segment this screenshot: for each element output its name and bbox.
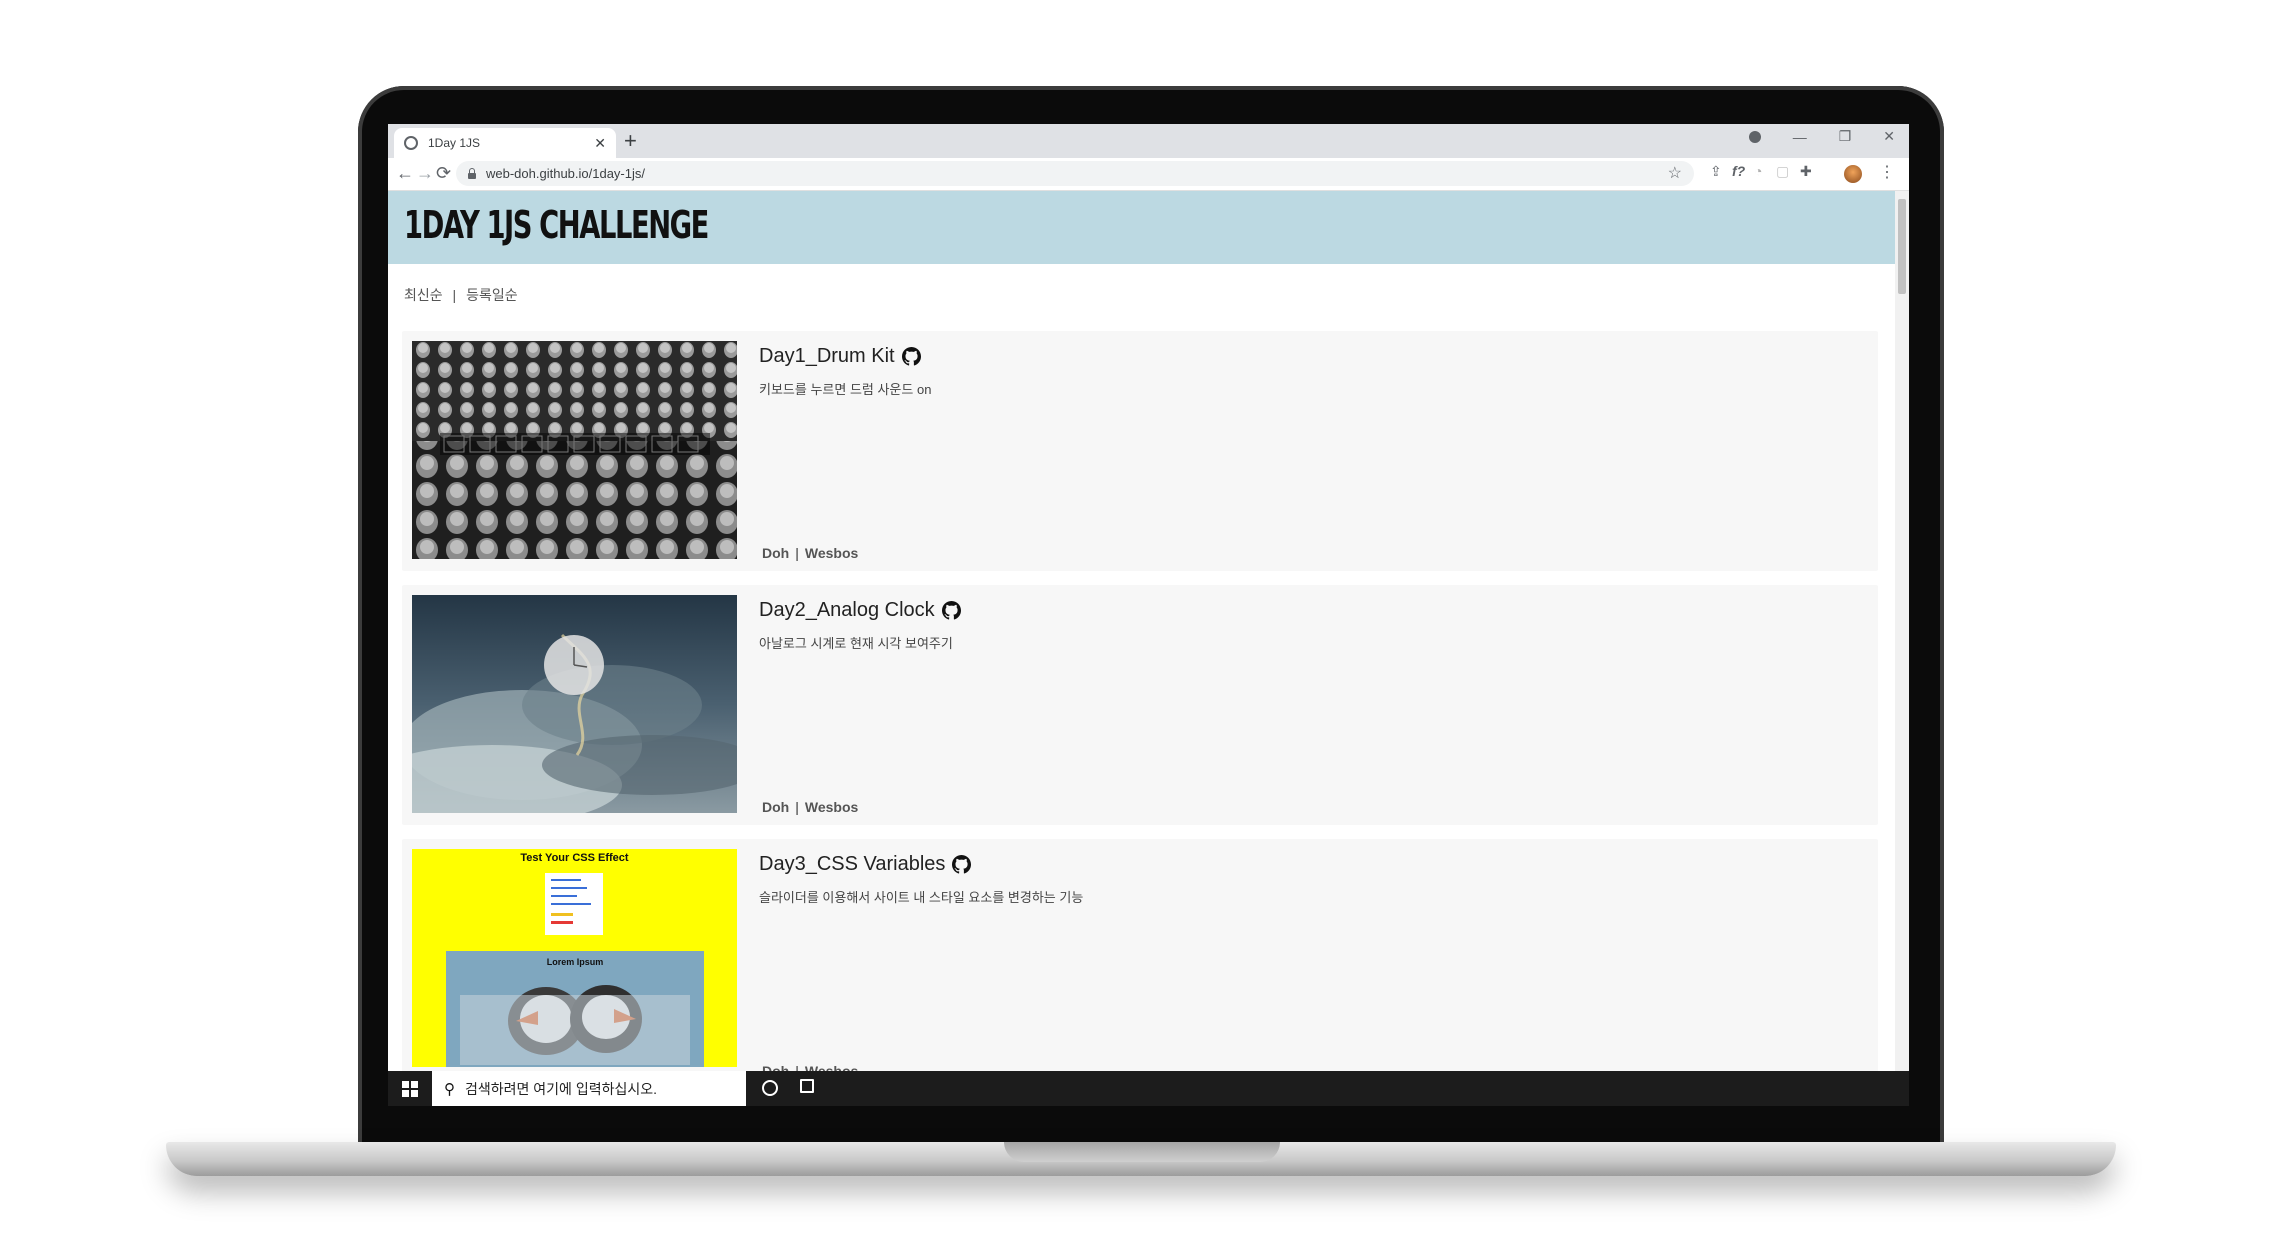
- card-meta: Doh | Wesbos: [762, 1063, 858, 1071]
- reload-button[interactable]: ⟳: [436, 162, 451, 184]
- recording-icon[interactable]: [1748, 130, 1761, 143]
- github-icon[interactable]: [952, 855, 972, 874]
- card-title[interactable]: Day2_Analog Clock: [759, 599, 961, 622]
- project-card-day1[interactable]: Day1_Drum Kit 키보드를 누르면 드럼 사운드 on Doh | Wes…: [402, 331, 1878, 571]
- browser-menu-icon[interactable]: ⋮: [1879, 162, 1895, 182]
- window-controls: — ❐ ✕: [1748, 128, 1895, 145]
- thumb-controls-panel: [545, 873, 603, 935]
- laptop-base-notch: [1004, 1142, 1280, 1162]
- url-text: web-doh.github.io/1day-1js/: [486, 166, 645, 181]
- browser-tabstrip: 1Day 1JS ✕ + — ❐ ✕: [388, 124, 1909, 158]
- card-source: Wesbos: [804, 1063, 859, 1071]
- lock-icon: [468, 167, 476, 179]
- extension-reload-icon[interactable]: ◔: [1754, 163, 1762, 179]
- card-description: 슬라이더를 이용해서 사이트 내 스타일 요소를 변경하는 기능: [759, 890, 1084, 905]
- thumb-heading: Test Your CSS Effect: [520, 852, 629, 864]
- card-meta: Doh | Wesbos: [762, 545, 858, 561]
- bookmark-star-icon[interactable]: ☆: [1668, 163, 1682, 183]
- taskbar-search-box[interactable]: ⚲ 검색하려면 여기에 입력하십시오.: [432, 1071, 746, 1106]
- card-author: Doh: [762, 799, 790, 815]
- crowd-image: [412, 341, 737, 559]
- extensions-puzzle-icon[interactable]: ✚: [1800, 163, 1812, 180]
- sort-latest-link[interactable]: 최신순: [404, 287, 443, 303]
- sort-separator: |: [452, 287, 457, 303]
- puffin-image: [460, 985, 690, 1065]
- task-view-icon[interactable]: [800, 1079, 814, 1093]
- site-header: 1DAY 1JS CHALLENGE: [388, 191, 1895, 264]
- sort-registered-link[interactable]: 등록일순: [466, 287, 518, 303]
- card-title-text: Day3_CSS Variables: [759, 853, 946, 875]
- clock-clouds-image: [412, 595, 737, 813]
- globe-icon: [404, 136, 418, 150]
- close-tab-icon[interactable]: ✕: [594, 135, 606, 152]
- windows-taskbar: ⚲ 검색하려면 여기에 입력하십시오.: [388, 1071, 1909, 1106]
- extension-font-icon[interactable]: f?: [1732, 163, 1745, 179]
- page-scrollbar[interactable]: [1895, 191, 1909, 1071]
- browser-toolbar: ← → ⟳ web-doh.github.io/1day-1js/ ☆ ⇪ f?…: [388, 158, 1909, 191]
- back-button[interactable]: ←: [396, 162, 414, 184]
- day3-thumbnail[interactable]: Test Your CSS Effect Lorem Ipsum: [412, 849, 737, 1067]
- search-icon: ⚲: [444, 1080, 455, 1098]
- card-title-text: Day2_Analog Clock: [759, 599, 935, 621]
- sort-options: 최신순 | 등록일순: [404, 285, 524, 305]
- card-source: Wesbos: [804, 545, 859, 561]
- card-description: 키보드를 누르면 드럼 사운드 on: [759, 382, 932, 397]
- day1-thumbnail[interactable]: [412, 341, 737, 559]
- project-card-day2[interactable]: Day2_Analog Clock 아날로그 시계로 현재 시각 보여주기 Do…: [402, 585, 1878, 825]
- forward-button[interactable]: →: [416, 162, 434, 184]
- browser-tab[interactable]: 1Day 1JS ✕: [394, 128, 616, 158]
- new-tab-button[interactable]: +: [624, 128, 637, 154]
- address-bar[interactable]: web-doh.github.io/1day-1js/ ☆: [456, 161, 1694, 186]
- thumb-puffin-frame: Lorem Ipsum: [446, 951, 704, 1067]
- card-source: Wesbos: [804, 799, 859, 815]
- taskbar-search-placeholder: 검색하려면 여기에 입력하십시오.: [465, 1080, 657, 1097]
- cortana-icon[interactable]: [762, 1080, 778, 1096]
- meta-separator: |: [795, 545, 799, 561]
- card-title-text: Day1_Drum Kit: [759, 345, 895, 367]
- scrollbar-thumb[interactable]: [1898, 199, 1906, 294]
- site-title: 1DAY 1JS CHALLENGE: [404, 203, 709, 247]
- card-author: Doh: [762, 545, 790, 561]
- github-icon[interactable]: [901, 347, 921, 366]
- minimize-button[interactable]: —: [1793, 129, 1807, 145]
- card-description: 아날로그 시계로 현재 시각 보여주기: [759, 636, 953, 651]
- meta-separator: |: [795, 799, 799, 815]
- laptop-screen: 1Day 1JS ✕ + — ❐ ✕ ← → ⟳ web-doh.github.…: [388, 124, 1909, 1106]
- restore-button[interactable]: ❐: [1839, 128, 1852, 145]
- github-icon[interactable]: [941, 601, 961, 620]
- tab-title: 1Day 1JS: [428, 136, 481, 150]
- project-card-day3[interactable]: Test Your CSS Effect Lorem Ipsum Day3_CS…: [402, 839, 1878, 1071]
- card-author: Doh: [762, 1063, 790, 1071]
- web-page: 1DAY 1JS CHALLENGE 최신순 | 등록일순 Day1_Drum …: [388, 191, 1895, 1071]
- meta-separator: |: [795, 1063, 799, 1071]
- extension-save-icon[interactable]: ⇪: [1710, 163, 1722, 180]
- extension-blank-icon[interactable]: ▢: [1776, 163, 1789, 180]
- close-window-button[interactable]: ✕: [1883, 128, 1895, 145]
- day2-thumbnail[interactable]: [412, 595, 737, 813]
- card-meta: Doh | Wesbos: [762, 799, 858, 815]
- windows-start-icon[interactable]: [402, 1081, 418, 1097]
- profile-avatar[interactable]: [1844, 165, 1862, 183]
- card-title[interactable]: Day1_Drum Kit: [759, 345, 921, 368]
- card-title[interactable]: Day3_CSS Variables: [759, 853, 972, 876]
